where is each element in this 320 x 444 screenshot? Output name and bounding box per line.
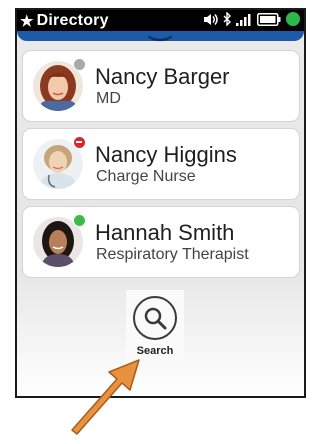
contact-name: Nancy Barger — [95, 64, 230, 89]
presence-indicator-icon — [286, 12, 300, 26]
contact-name: Nancy Higgins — [95, 142, 237, 167]
contact-name: Hannah Smith — [95, 220, 235, 245]
phone-screen: ★ Directory Nancy Barger MD Nancy Higgin… — [15, 8, 306, 398]
pointer-arrow-icon — [71, 359, 140, 435]
signal-icon — [236, 13, 251, 26]
search-button[interactable]: Search — [126, 290, 184, 360]
battery-icon — [257, 12, 281, 26]
status-badge — [73, 58, 86, 71]
star-icon: ★ — [20, 12, 34, 30]
bluetooth-icon — [223, 12, 231, 26]
search-icon — [144, 307, 167, 330]
do-not-disturb-icon — [73, 136, 86, 149]
pull-down-handle-icon[interactable] — [147, 36, 173, 42]
status-icons — [203, 12, 300, 26]
status-badge — [73, 214, 86, 227]
contact-role: MD — [96, 90, 121, 107]
contact-role: Respiratory Therapist — [96, 246, 249, 263]
contact-card[interactable]: Nancy Higgins Charge Nurse — [23, 129, 299, 199]
title-text: Directory — [36, 11, 109, 29]
contact-role: Charge Nurse — [96, 168, 196, 185]
contact-card[interactable]: Hannah Smith Respiratory Therapist — [23, 207, 299, 277]
status-bar: ★ Directory — [17, 10, 304, 31]
volume-icon — [204, 13, 218, 25]
contact-card[interactable]: Nancy Barger MD — [23, 51, 299, 121]
page-title: ★ Directory — [20, 12, 109, 30]
